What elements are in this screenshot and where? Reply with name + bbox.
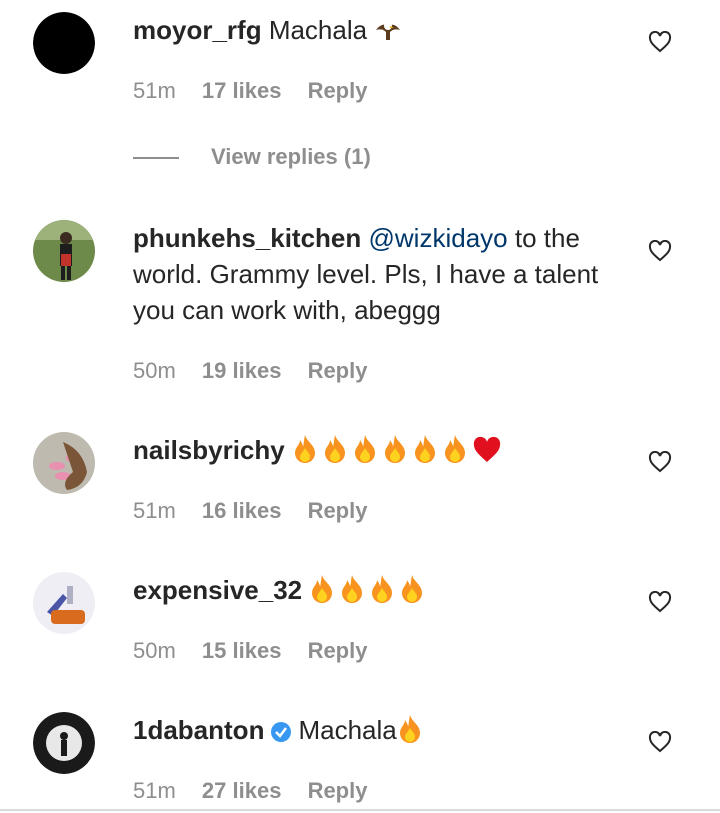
fire-icon [292,434,318,473]
username[interactable]: 1dabanton [133,715,264,745]
fire-icon [352,434,378,473]
reply-button[interactable]: Reply [308,778,368,803]
avatar[interactable] [33,12,95,74]
timestamp: 51m [133,78,176,103]
fire-icon [397,714,423,753]
view-replies-button[interactable]: View replies (1) [133,144,371,170]
username[interactable]: expensive_32 [133,575,302,605]
comment-text: Machala [298,715,397,745]
reply-button[interactable]: Reply [308,638,368,663]
divider [133,157,179,160]
avatar[interactable] [33,572,95,634]
like-heart-icon[interactable] [648,451,672,473]
username[interactable]: nailsbyrichy [133,435,285,465]
likes-count[interactable]: 16 likes [202,498,282,523]
timestamp: 51m [133,498,176,523]
emoji-row [397,715,427,745]
avatar[interactable] [33,220,95,282]
comment-text: Machala [268,15,368,45]
reply-button[interactable]: Reply [308,78,368,103]
like-heart-icon[interactable] [648,31,672,53]
likes-count[interactable]: 15 likes [202,638,282,663]
likes-count[interactable]: 27 likes [202,778,282,803]
like-heart-icon[interactable] [648,731,672,753]
likes-count[interactable]: 19 likes [202,358,282,383]
fire-icon [339,574,365,613]
reply-button[interactable]: Reply [308,358,368,383]
fire-icon [369,574,395,613]
username[interactable]: phunkehs_kitchen [133,223,361,253]
likes-count[interactable]: 17 likes [202,78,282,103]
verified-badge-icon [270,716,292,752]
avatar[interactable] [33,712,95,774]
fire-icon [309,574,335,613]
view-replies-label: View replies (1) [211,144,371,169]
avatar[interactable] [33,432,95,494]
fire-icon [412,434,438,473]
fire-icon [442,434,468,473]
timestamp: 50m [133,358,176,383]
fire-icon [399,574,425,613]
emoji-row [292,435,506,465]
reply-button[interactable]: Reply [308,498,368,523]
fire-icon [322,434,348,473]
timestamp: 50m [133,638,176,663]
red-heart-icon [472,436,502,473]
like-heart-icon[interactable] [648,591,672,613]
fire-icon [382,434,408,473]
eagle-icon [374,17,402,53]
emoji-row [309,575,429,605]
mention-link[interactable]: @wizkidayo [369,223,508,253]
divider [0,809,720,811]
username[interactable]: moyor_rfg [133,15,262,45]
timestamp: 51m [133,778,176,803]
like-heart-icon[interactable] [648,240,672,262]
